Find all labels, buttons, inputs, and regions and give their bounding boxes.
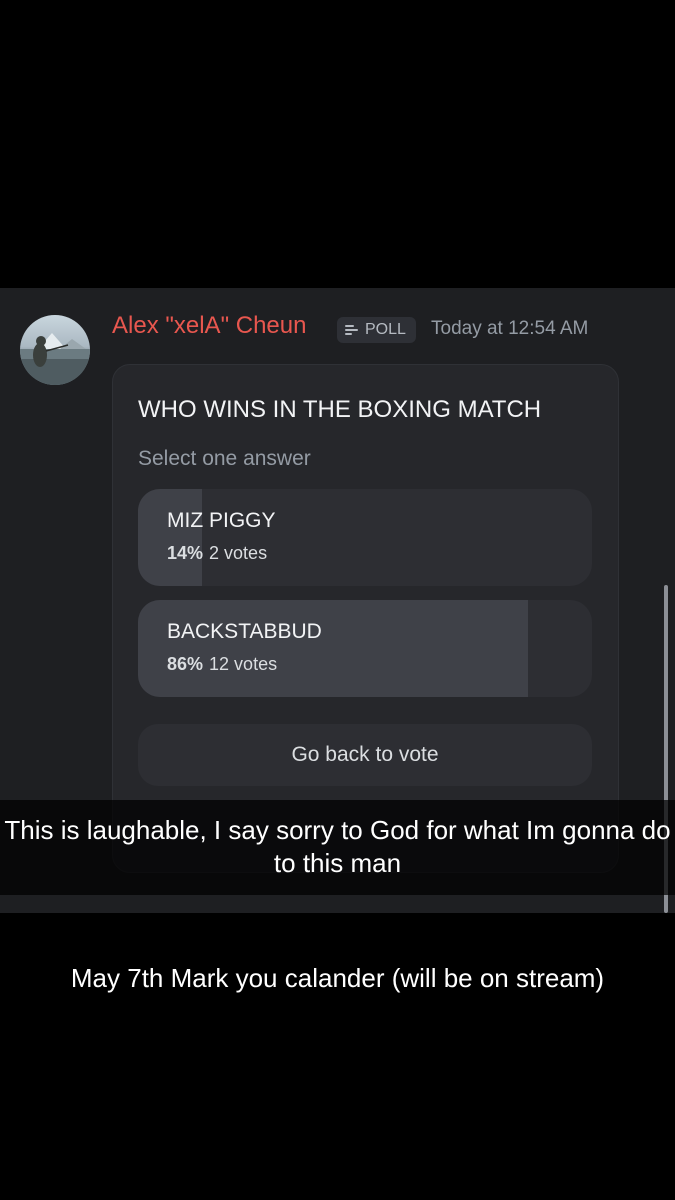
answer-label: MIZ PIGGY <box>167 509 276 532</box>
author-name[interactable]: Alex "xelA" Cheun <box>112 312 306 340</box>
avatar[interactable] <box>20 315 90 385</box>
answer-votes: 12 votes <box>209 654 278 674</box>
answer-votes: 2 votes <box>209 543 268 563</box>
answer-percent: 14% <box>167 543 204 563</box>
answer-stats: 14% 2 votes <box>167 543 267 564</box>
poll-answer-miz-piggy[interactable]: MIZ PIGGY 14% 2 votes <box>138 489 592 586</box>
poll-answer-backstabbud[interactable]: BACKSTABBUD 86% 12 votes <box>138 600 592 697</box>
answer-percent: 86% <box>167 654 204 674</box>
caption-text: This is laughable, I say sorry to God fo… <box>4 815 671 878</box>
poll-question: WHO WINS IN THE BOXING MATCH <box>138 396 542 423</box>
poll-tag-label: POLL <box>365 321 406 338</box>
go-back-to-vote-button[interactable]: Go back to vote <box>138 724 592 786</box>
bottom-caption: May 7th Mark you calander (will be on st… <box>70 963 605 993</box>
answer-label: BACKSTABBUD <box>167 620 322 643</box>
poll-instruction: Select one answer <box>138 447 311 470</box>
poll-icon <box>345 324 359 336</box>
message-timestamp[interactable]: Today at 12:54 AM <box>431 318 588 340</box>
answer-stats: 86% 12 votes <box>167 654 277 675</box>
answer-result-bar <box>138 489 202 586</box>
answer-result-bar <box>138 600 529 697</box>
poll-tag: POLL <box>337 317 416 343</box>
